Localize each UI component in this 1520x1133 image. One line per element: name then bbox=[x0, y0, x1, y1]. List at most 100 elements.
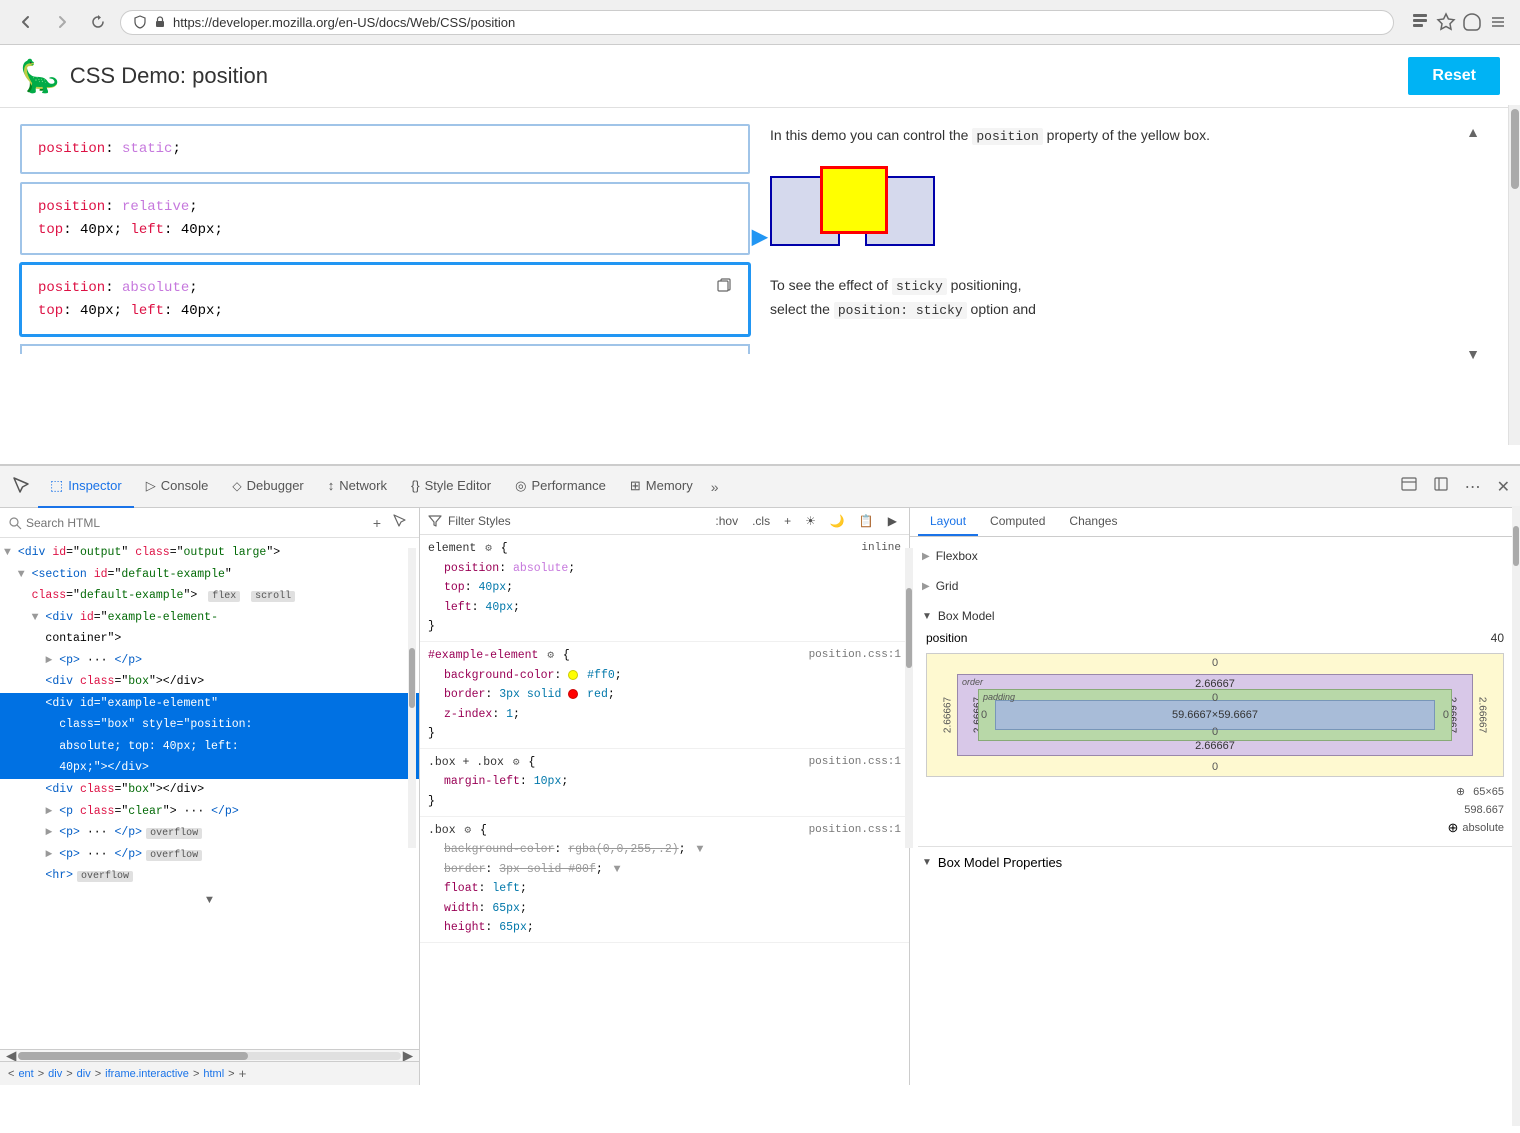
css-decl-bg-strikethrough[interactable]: background-color: rgba(0,0,255,.2); ▼ bbox=[428, 840, 901, 860]
url-bar[interactable]: https://developer.mozilla.org/en-US/docs… bbox=[120, 10, 1394, 35]
css-decl-border[interactable]: border: 3px solid red; bbox=[428, 685, 901, 705]
light-mode-button[interactable]: ☀ bbox=[801, 512, 820, 530]
devtools-main: + ▼ <div id="output" class="output large… bbox=[0, 508, 1520, 1085]
css-decl-margin-left[interactable]: margin-left: 10px; bbox=[428, 772, 901, 792]
html-line-div-output[interactable]: ▼ <div id="output" class="output large"> bbox=[0, 542, 419, 564]
css-decl-zindex[interactable]: z-index: 1; bbox=[428, 705, 901, 725]
dock-side-button[interactable] bbox=[1395, 472, 1423, 501]
breadcrumb-div1[interactable]: div bbox=[48, 1068, 62, 1080]
tab-console[interactable]: ▷ Console bbox=[134, 466, 221, 508]
page-logo: 🦕 CSS Demo: position bbox=[20, 57, 268, 95]
css-decl-float[interactable]: float: left; bbox=[428, 879, 901, 899]
css-decl-width[interactable]: width: 65px; bbox=[428, 899, 901, 919]
css-decl-left[interactable]: left: 40px; bbox=[428, 598, 901, 618]
color-swatch-red[interactable] bbox=[568, 689, 578, 699]
layout-panel-scroll[interactable] bbox=[1512, 508, 1520, 1085]
html-search-input[interactable] bbox=[26, 516, 365, 530]
console-tab-label: Console bbox=[161, 478, 209, 493]
box-model-header[interactable]: ▼ Box Model bbox=[918, 605, 1512, 627]
back-button[interactable] bbox=[12, 8, 40, 36]
reset-button[interactable]: Reset bbox=[1408, 57, 1500, 95]
html-panel: + ▼ <div id="output" class="output large… bbox=[0, 508, 420, 1085]
css-decl-position[interactable]: position: absolute; bbox=[428, 559, 901, 579]
breadcrumb-html[interactable]: html bbox=[203, 1068, 224, 1080]
code-box-absolute[interactable]: position: absolute; top: 40px; left: 40p… bbox=[20, 263, 750, 336]
breadcrumb-text: < bbox=[8, 1068, 14, 1080]
tab-debugger[interactable]: ◇ Debugger bbox=[220, 466, 315, 508]
html-line-container[interactable]: container"> bbox=[0, 628, 419, 650]
html-horizontal-scrollbar[interactable]: ◀ ▶ bbox=[0, 1049, 419, 1061]
breadcrumb-expand[interactable]: + bbox=[239, 1066, 247, 1081]
scroll-up-arrow[interactable]: ▲ bbox=[1466, 124, 1480, 140]
html-line-p-overflow2[interactable]: ► <p> ··· </p>overflow bbox=[0, 844, 419, 866]
html-line-container-div[interactable]: ▼ <div id="example-element- bbox=[0, 607, 419, 629]
add-element-button[interactable]: + bbox=[369, 513, 385, 533]
css-selector-row2: .box + .box ⚙ { position.css:1 bbox=[428, 753, 901, 773]
html-line-section-class[interactable]: class="default-example"> flex scroll bbox=[0, 585, 419, 607]
breadcrumb-ent[interactable]: ent bbox=[18, 1068, 33, 1080]
more-tabs-button[interactable]: » bbox=[705, 475, 725, 499]
css-decl-height[interactable]: height: 65px; bbox=[428, 918, 901, 938]
screenshot-button[interactable]: 📋 bbox=[855, 512, 878, 530]
pick-element-button[interactable] bbox=[389, 512, 411, 533]
tab-inspector[interactable]: ⬚ Inspector bbox=[38, 466, 134, 508]
html-line-example-class[interactable]: class="box" style="position: bbox=[0, 714, 419, 736]
flexbox-header[interactable]: ▶ Flexbox bbox=[918, 545, 1512, 567]
html-line-p1[interactable]: ► <p> ··· </p> bbox=[0, 650, 419, 672]
breadcrumb-div2[interactable]: div bbox=[77, 1068, 91, 1080]
tab-style-editor[interactable]: {} Style Editor bbox=[399, 466, 503, 508]
page-scrollbar[interactable] bbox=[1508, 105, 1520, 445]
html-scroll-down[interactable]: ▼ bbox=[0, 887, 419, 915]
cls-button[interactable]: .cls bbox=[748, 512, 774, 530]
breadcrumb-iframe[interactable]: iframe.interactive bbox=[105, 1068, 189, 1080]
subtab-changes[interactable]: Changes bbox=[1057, 508, 1129, 536]
html-line-hr[interactable]: <hr>overflow bbox=[0, 865, 419, 887]
tab-memory[interactable]: ⊞ Memory bbox=[618, 466, 705, 508]
forward-button[interactable] bbox=[48, 8, 76, 36]
scroll-down-arrow[interactable]: ▼ bbox=[1466, 346, 1480, 362]
menu-icon[interactable] bbox=[1488, 12, 1508, 32]
dark-mode-button[interactable]: 🌙 bbox=[826, 512, 849, 530]
css-panel-scroll[interactable] bbox=[905, 548, 910, 848]
undock-button[interactable] bbox=[1427, 472, 1455, 501]
html-line-div-box2[interactable]: <div class="box"></div> bbox=[0, 779, 419, 801]
html-line-div-box1[interactable]: <div class="box"></div> bbox=[0, 671, 419, 693]
html-line-example-style[interactable]: absolute; top: 40px; left: bbox=[0, 736, 419, 758]
close-devtools-button[interactable]: ✕ bbox=[1491, 473, 1516, 501]
html-line-example-element[interactable]: <div id="example-element" bbox=[0, 693, 419, 715]
element-picker-button[interactable] bbox=[4, 472, 38, 501]
code-box-static[interactable]: position: static; bbox=[20, 124, 750, 174]
flexbox-section: ▶ Flexbox bbox=[918, 545, 1512, 567]
grid-header[interactable]: ▶ Grid bbox=[918, 575, 1512, 597]
tab-network[interactable]: ↕ Network bbox=[316, 466, 399, 508]
html-line-p-overflow1[interactable]: ► <p> ··· </p>overflow bbox=[0, 822, 419, 844]
box-model-properties-section: ▼ Box Model Properties bbox=[918, 846, 1512, 874]
color-swatch-yellow[interactable] bbox=[568, 670, 578, 680]
subtab-computed[interactable]: Computed bbox=[978, 508, 1057, 536]
css-decl-border-strikethrough[interactable]: border: 3px solid #00f; ▼ bbox=[428, 860, 901, 880]
settings-button[interactable]: ⋯ bbox=[1459, 473, 1487, 501]
add-rule-button[interactable]: + bbox=[780, 512, 795, 530]
position-absolute-label: absolute bbox=[1462, 822, 1504, 834]
html-line-p-clear[interactable]: ► <p class="clear"> ··· </p> bbox=[0, 801, 419, 823]
star-icon[interactable] bbox=[1436, 12, 1456, 32]
pocket-icon[interactable] bbox=[1462, 12, 1482, 32]
css-decl-top[interactable]: top: 40px; bbox=[428, 578, 901, 598]
responsive-button[interactable]: ▶ bbox=[884, 512, 901, 530]
bookmarks-icon[interactable] bbox=[1410, 12, 1430, 32]
hov-button[interactable]: :hov bbox=[711, 512, 742, 530]
bm-properties-header[interactable]: ▼ Box Model Properties bbox=[918, 851, 1512, 874]
subtab-layout[interactable]: Layout bbox=[918, 508, 978, 536]
bm-properties-arrow: ▼ bbox=[922, 857, 932, 868]
html-panel-scroll[interactable] bbox=[408, 548, 416, 848]
html-line-section[interactable]: ▼ <section id="default-example" bbox=[0, 564, 419, 586]
refresh-button[interactable] bbox=[84, 8, 112, 36]
box-model-arrow: ▼ bbox=[922, 611, 932, 622]
flexbox-label: Flexbox bbox=[936, 549, 978, 563]
debugger-tab-icon: ◇ bbox=[232, 479, 241, 493]
tab-performance[interactable]: ◎ Performance bbox=[503, 466, 618, 508]
code-box-relative[interactable]: position: relative; top: 40px; left: 40p… bbox=[20, 182, 750, 255]
css-decl-bg-color[interactable]: background-color: #ff0; bbox=[428, 666, 901, 686]
html-line-example-end[interactable]: 40px;"></div> bbox=[0, 757, 419, 779]
copy-button[interactable] bbox=[716, 277, 732, 296]
